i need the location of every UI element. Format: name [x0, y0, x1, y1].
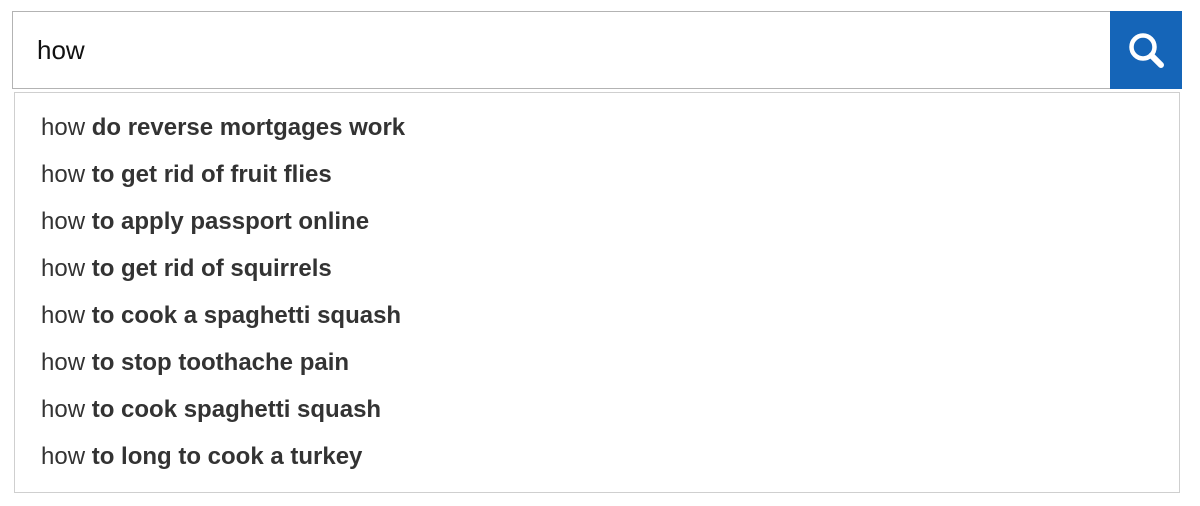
suggestion-typed-text: how [41, 255, 86, 282]
suggestion-completion-text: to cook a spaghetti squash [91, 302, 402, 329]
suggestion-typed-text: how [41, 161, 86, 188]
suggestion-list: how do reverse mortgages work how to get… [14, 92, 1180, 493]
suggestion-completion-text: to stop toothache pain [91, 349, 350, 376]
suggestion-item[interactable]: how to stop toothache pain [15, 339, 1179, 386]
suggestion-typed-text: how [41, 114, 86, 141]
suggestion-completion-text: to get rid of squirrels [91, 255, 332, 282]
suggestion-completion-text: to apply passport online [91, 208, 370, 235]
suggestion-item[interactable]: how to cook spaghetti squash [15, 386, 1179, 433]
suggestion-typed-text: how [41, 443, 86, 470]
suggestion-completion-text: do reverse mortgages work [91, 114, 406, 141]
suggestion-item[interactable]: how to apply passport online [15, 198, 1179, 245]
suggestion-item[interactable]: how to cook a spaghetti squash [15, 292, 1179, 339]
suggestion-completion-text: to long to cook a turkey [91, 443, 363, 470]
suggestion-completion-text: to cook spaghetti squash [91, 396, 382, 423]
search-button[interactable] [1110, 11, 1182, 89]
suggestion-item[interactable]: how to get rid of squirrels [15, 245, 1179, 292]
suggestion-typed-text: how [41, 396, 86, 423]
suggestion-completion-text: to get rid of fruit flies [91, 161, 332, 188]
suggestion-typed-text: how [41, 302, 86, 329]
search-bar [12, 11, 1182, 89]
search-input[interactable] [13, 12, 1109, 88]
suggestion-item[interactable]: how to long to cook a turkey [15, 433, 1179, 480]
suggestion-item[interactable]: how to get rid of fruit flies [15, 151, 1179, 198]
suggestion-typed-text: how [41, 208, 86, 235]
suggestion-typed-text: how [41, 349, 86, 376]
magnifier-icon [1126, 30, 1166, 70]
suggestion-item[interactable]: how do reverse mortgages work [15, 104, 1179, 151]
